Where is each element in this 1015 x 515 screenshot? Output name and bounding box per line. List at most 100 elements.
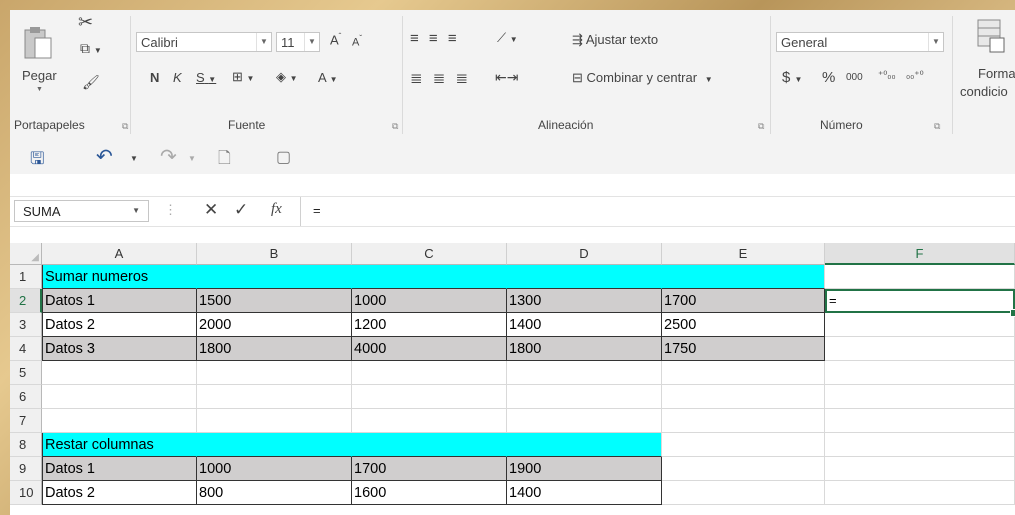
decrease-decimal-button[interactable]: ₀₀⁺⁰ [906,70,924,81]
cell-d2[interactable]: 1300 [507,289,662,313]
cell-c4[interactable]: 4000 [352,337,507,361]
row-header-8[interactable]: 8 [10,433,42,457]
conditional-format-button[interactable]: Forma condicio [960,14,1015,114]
fill-color-icon[interactable]: ◈ ▼ [276,69,298,85]
row-header-9[interactable]: 9 [10,457,42,481]
cell-c5[interactable] [352,361,507,385]
cell-d6[interactable] [507,385,662,409]
cell-e9[interactable] [662,457,825,481]
cell-d1[interactable] [507,265,662,289]
cell-d4[interactable]: 1800 [507,337,662,361]
cell-c3[interactable]: 1200 [352,313,507,337]
align-top-icon[interactable]: ≡ ≡ ≡ [410,30,460,47]
insert-function-icon[interactable]: fx [271,201,282,218]
dialog-launcher-icon[interactable]: ⧉ [934,121,940,132]
name-box[interactable]: SUMA ▼ [14,200,149,222]
cell-e7[interactable] [662,409,825,433]
wrap-text-button[interactable]: ⇶ Ajustar texto [572,32,658,48]
dialog-launcher-icon[interactable]: ⧉ [758,121,764,132]
dialog-launcher-icon[interactable]: ⧉ [122,121,128,132]
row-header-5[interactable]: 5 [10,361,42,385]
undo-icon[interactable]: ↶ [96,144,113,169]
copy-icon[interactable]: ⧉ ▼ [80,40,102,57]
orientation-icon[interactable]: ⟋ ▼ [497,30,518,46]
enter-icon[interactable]: ✓ [234,200,248,220]
cell-f7[interactable] [825,409,1015,433]
row-header-1[interactable]: 1 [10,265,42,289]
fill-handle[interactable] [1010,309,1015,317]
cell-c2[interactable]: 1000 [352,289,507,313]
cell-a8[interactable]: Restar columnas [42,433,197,457]
cell-a1[interactable]: Sumar numeros [42,265,197,289]
number-format-combo[interactable]: General ▼ [776,32,944,52]
cell-f10[interactable] [825,481,1015,505]
font-color-button[interactable]: A ▼ [318,70,338,85]
chevron-down-icon[interactable]: ▼ [130,154,138,163]
cell-c7[interactable] [352,409,507,433]
cell-f4[interactable] [825,337,1015,361]
cell-e5[interactable] [662,361,825,385]
new-document-icon[interactable]: ▢ [276,147,291,167]
currency-button[interactable]: $ ▼ [782,69,802,86]
column-header-c[interactable]: C [352,243,507,265]
cell-e3[interactable]: 2500 [662,313,825,337]
cell-e10[interactable] [662,481,825,505]
cell-e1[interactable] [662,265,825,289]
increase-decimal-button[interactable]: ⁺⁰₀₀ [878,70,896,81]
cell-d10[interactable]: 1400 [507,481,662,505]
cell-e8[interactable] [662,433,825,457]
chevron-down-icon[interactable]: ▼ [188,154,196,163]
cancel-icon[interactable]: ✕ [204,200,218,220]
save-icon[interactable]: 🖫 [30,146,44,175]
cell-f2[interactable]: = [825,289,1015,313]
cell-a10[interactable]: Datos 2 [42,481,197,505]
column-header-d[interactable]: D [507,243,662,265]
cell-f3[interactable] [825,313,1015,337]
cell-d5[interactable] [507,361,662,385]
cell-b8[interactable] [197,433,352,457]
cell-c8[interactable] [352,433,507,457]
cell-c9[interactable]: 1700 [352,457,507,481]
row-header-6[interactable]: 6 [10,385,42,409]
cell-c6[interactable] [352,385,507,409]
formula-input[interactable]: = [300,197,1015,226]
underline-button[interactable]: S ▼ [196,70,216,85]
cell-b6[interactable] [197,385,352,409]
cell-f9[interactable] [825,457,1015,481]
cell-a9[interactable]: Datos 1 [42,457,197,481]
font-name-combo[interactable]: Calibri ▼ [136,32,272,52]
cell-b2[interactable]: 1500 [197,289,352,313]
cell-f5[interactable] [825,361,1015,385]
cell-e6[interactable] [662,385,825,409]
column-header-b[interactable]: B [197,243,352,265]
cell-b5[interactable] [197,361,352,385]
cell-c10[interactable]: 1600 [352,481,507,505]
cell-f8[interactable] [825,433,1015,457]
cell-a5[interactable] [42,361,197,385]
borders-icon[interactable]: ⊞ ▼ [232,69,254,85]
paste-button[interactable]: Pegar ▼ [18,20,62,93]
column-header-e[interactable]: E [662,243,825,265]
cell-a7[interactable] [42,409,197,433]
select-all-corner[interactable]: ◢ [10,243,42,265]
cell-b4[interactable]: 1800 [197,337,352,361]
row-header-3[interactable]: 3 [10,313,42,337]
cell-a2[interactable]: Datos 1 [42,289,197,313]
cell-b9[interactable]: 1000 [197,457,352,481]
thousands-button[interactable]: 000 [846,72,863,83]
font-size-combo[interactable]: 11 ▼ [276,32,320,52]
format-painter-icon[interactable]: 🖌 [82,74,100,91]
row-header-2[interactable]: 2 [10,289,42,313]
print-preview-icon[interactable]: 🗋 [218,147,231,174]
cell-b10[interactable]: 800 [197,481,352,505]
column-header-a[interactable]: A [42,243,197,265]
cell-d3[interactable]: 1400 [507,313,662,337]
shrink-font-button[interactable]: Aˇ [352,34,362,49]
dialog-launcher-icon[interactable]: ⧉ [392,121,398,132]
italic-button[interactable]: K [173,70,182,85]
cell-d7[interactable] [507,409,662,433]
grow-font-button[interactable]: Aˆ [330,32,341,47]
row-header-10[interactable]: 10 [10,481,42,505]
cell-b7[interactable] [197,409,352,433]
row-header-4[interactable]: 4 [10,337,42,361]
